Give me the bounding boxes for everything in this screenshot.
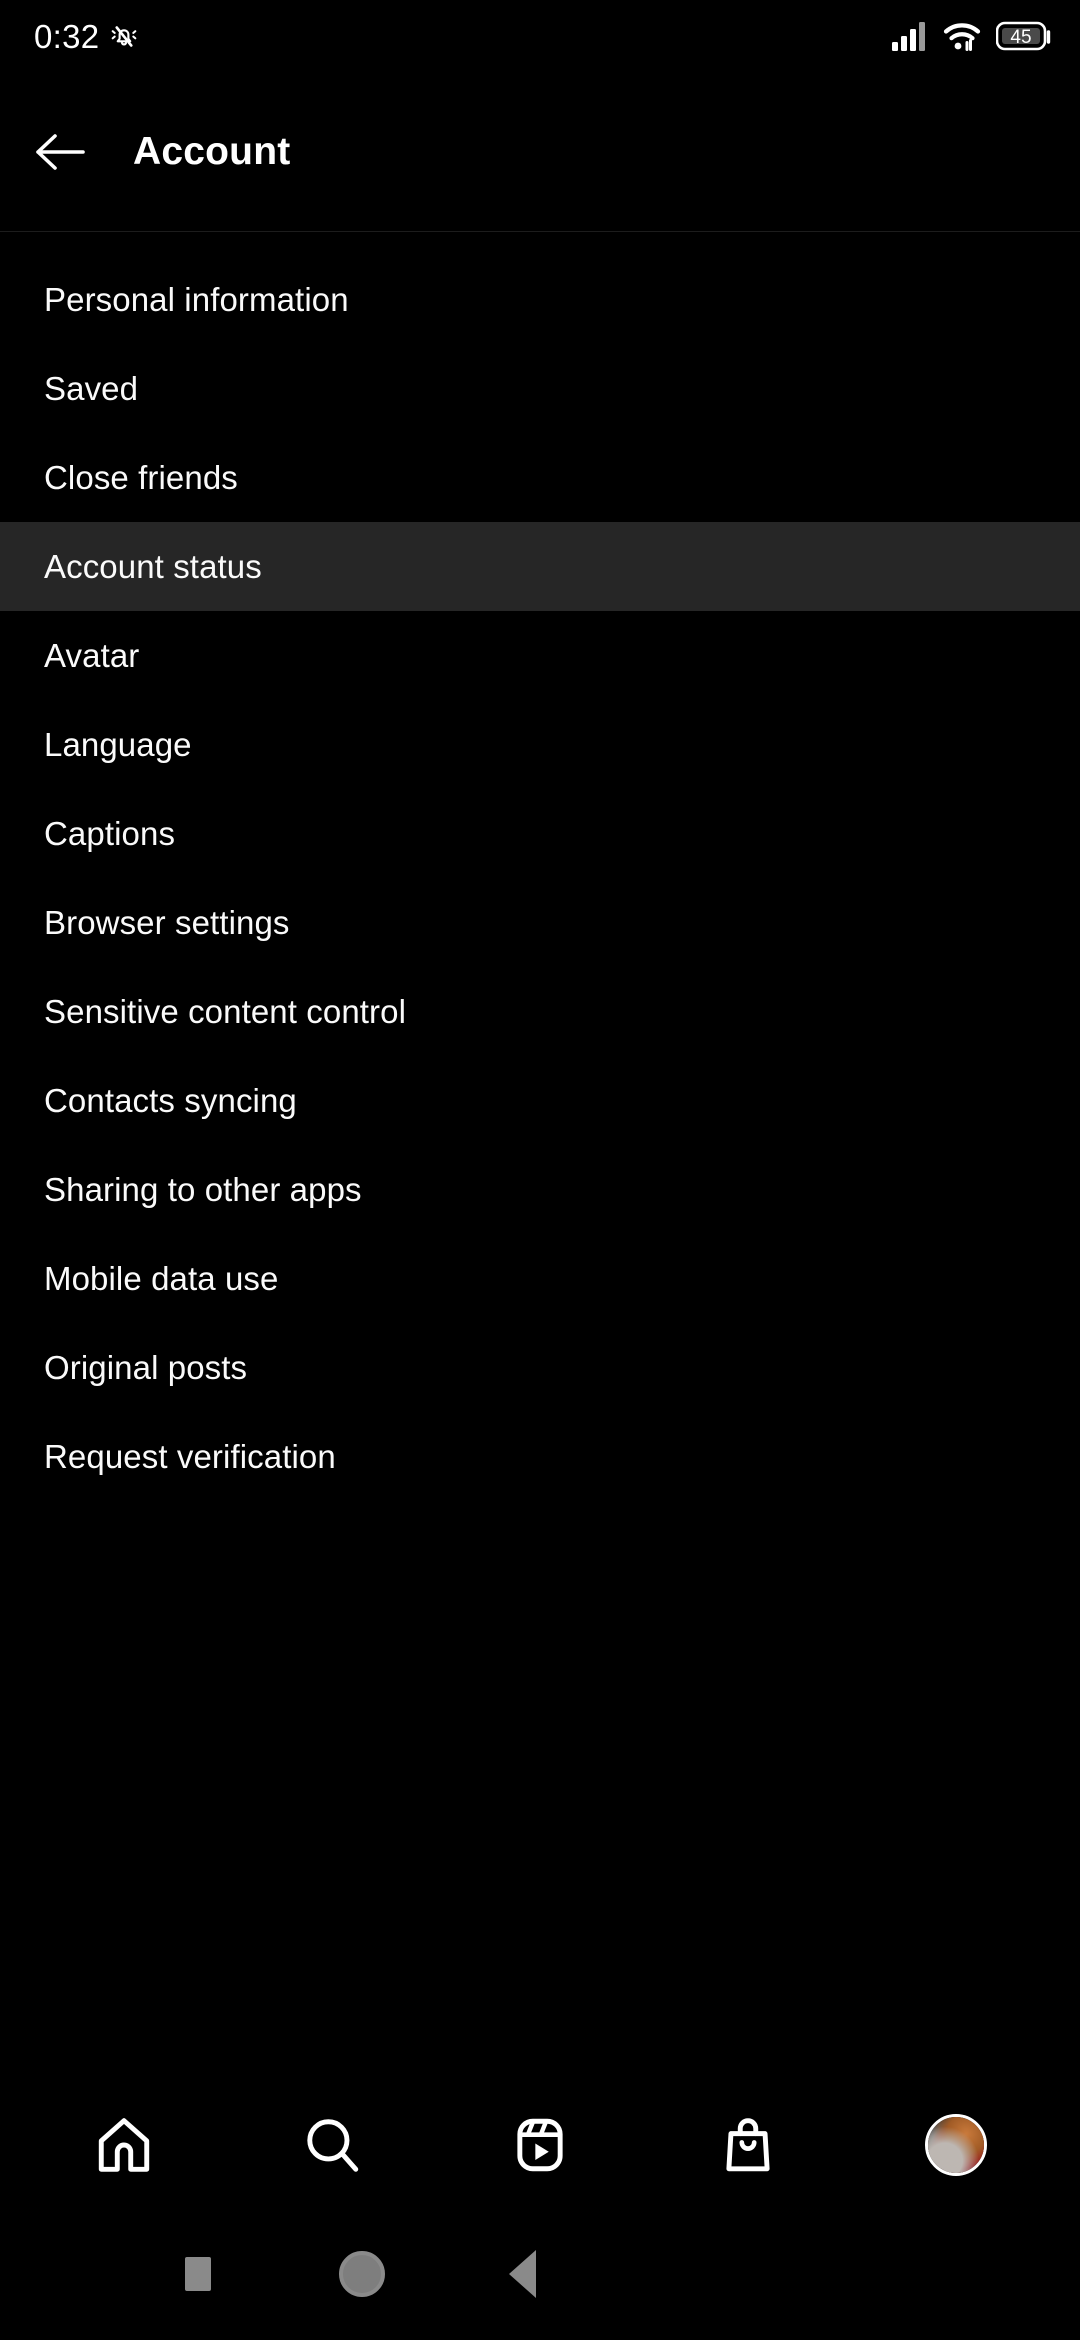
app-screen: 0:32 45 Account Personal information Sav…	[0, 0, 1080, 2340]
list-item-label: Account status	[44, 547, 262, 585]
avatar-image	[928, 2117, 984, 2173]
list-item-label: Avatar	[44, 636, 140, 674]
list-item-saved[interactable]: Saved	[0, 344, 1080, 433]
tab-shop[interactable]	[693, 2090, 803, 2200]
list-item-captions[interactable]: Captions	[0, 789, 1080, 878]
status-bar-right: 45	[892, 21, 1052, 51]
circle-icon	[339, 2251, 385, 2297]
status-bar: 0:32 45	[0, 0, 1080, 72]
list-item-label: Sharing to other apps	[44, 1170, 362, 1208]
list-item-label: Mobile data use	[44, 1259, 279, 1297]
reels-icon	[509, 2114, 571, 2176]
list-item-label: Close friends	[44, 458, 238, 496]
list-item-close-friends[interactable]: Close friends	[0, 433, 1080, 522]
triangle-icon	[508, 2250, 536, 2298]
tab-reels[interactable]	[485, 2090, 595, 2200]
status-bar-clock: 0:32	[34, 17, 100, 55]
back-button-system[interactable]	[482, 2234, 562, 2314]
tab-profile[interactable]	[901, 2090, 1011, 2200]
list-item-label: Browser settings	[44, 903, 290, 941]
list-item-label: Saved	[44, 369, 139, 407]
wifi-icon	[943, 21, 981, 51]
home-icon	[93, 2114, 155, 2176]
battery-level-text: 45	[1010, 27, 1031, 48]
settings-list[interactable]: Personal information Saved Close friends…	[0, 232, 1080, 2070]
list-item-label: Original posts	[44, 1348, 248, 1386]
profile-avatar[interactable]	[925, 2114, 987, 2176]
list-item-avatar[interactable]: Avatar	[0, 611, 1080, 700]
vibrate-silent-icon	[109, 20, 139, 52]
system-navigation-bar	[0, 2220, 1080, 2340]
search-icon	[301, 2114, 363, 2176]
page-title: Account	[133, 129, 291, 173]
list-item-personal-information[interactable]: Personal information	[0, 255, 1080, 344]
square-icon	[185, 2257, 211, 2291]
tab-home[interactable]	[69, 2090, 179, 2200]
list-item-language[interactable]: Language	[0, 700, 1080, 789]
status-bar-left: 0:32	[34, 20, 139, 53]
list-item-contacts-syncing[interactable]: Contacts syncing	[0, 1056, 1080, 1145]
list-item-label: Captions	[44, 814, 176, 852]
shop-icon	[717, 2114, 779, 2176]
list-item-label: Sensitive content control	[44, 992, 407, 1030]
tab-search[interactable]	[277, 2090, 387, 2200]
bottom-tab-bar	[0, 2070, 1080, 2220]
list-item-account-status[interactable]: Account status	[0, 522, 1080, 611]
screen-header: Account	[0, 72, 1080, 232]
list-item-sharing-to-other-apps[interactable]: Sharing to other apps	[0, 1145, 1080, 1234]
list-item-label: Personal information	[44, 280, 349, 318]
list-item-browser-settings[interactable]: Browser settings	[0, 878, 1080, 967]
back-button[interactable]	[30, 122, 90, 182]
list-item-mobile-data-use[interactable]: Mobile data use	[0, 1234, 1080, 1323]
list-item-label: Contacts syncing	[44, 1081, 297, 1119]
home-button[interactable]	[322, 2234, 402, 2314]
list-item-original-posts[interactable]: Original posts	[0, 1323, 1080, 1412]
back-arrow-icon	[33, 130, 87, 174]
list-item-label: Language	[44, 725, 192, 763]
battery-icon: 45	[996, 21, 1052, 51]
list-item-label: Request verification	[44, 1437, 336, 1475]
list-item-request-verification[interactable]: Request verification	[0, 1412, 1080, 1501]
cellular-signal-icon	[892, 21, 928, 51]
recents-button[interactable]	[158, 2234, 238, 2314]
list-item-sensitive-content-control[interactable]: Sensitive content control	[0, 967, 1080, 1056]
